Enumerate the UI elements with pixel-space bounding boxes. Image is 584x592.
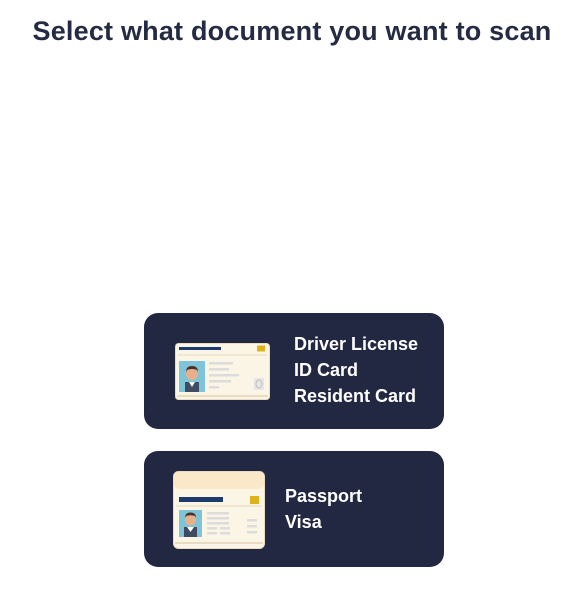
id-card-icon — [175, 343, 270, 400]
id-card-option-labels: Driver License ID Card Resident Card — [294, 331, 418, 409]
passport-icon — [173, 471, 265, 549]
passport-label: Passport — [285, 486, 363, 506]
page-title: Select what document you want to scan — [32, 16, 552, 46]
document-selection-page: Select what document you want to scan Dr… — [0, 0, 584, 592]
visa-label: Visa — [285, 512, 322, 532]
passport-option-labels: Passport Visa — [285, 483, 362, 535]
id-card-option-button[interactable]: Driver License ID Card Resident Card — [144, 313, 444, 429]
driver-license-label: Driver License — [294, 334, 419, 354]
passport-option-button[interactable]: Passport Visa — [144, 451, 444, 567]
id-card-label: ID Card — [294, 360, 359, 380]
resident-card-label: Resident Card — [294, 386, 417, 406]
